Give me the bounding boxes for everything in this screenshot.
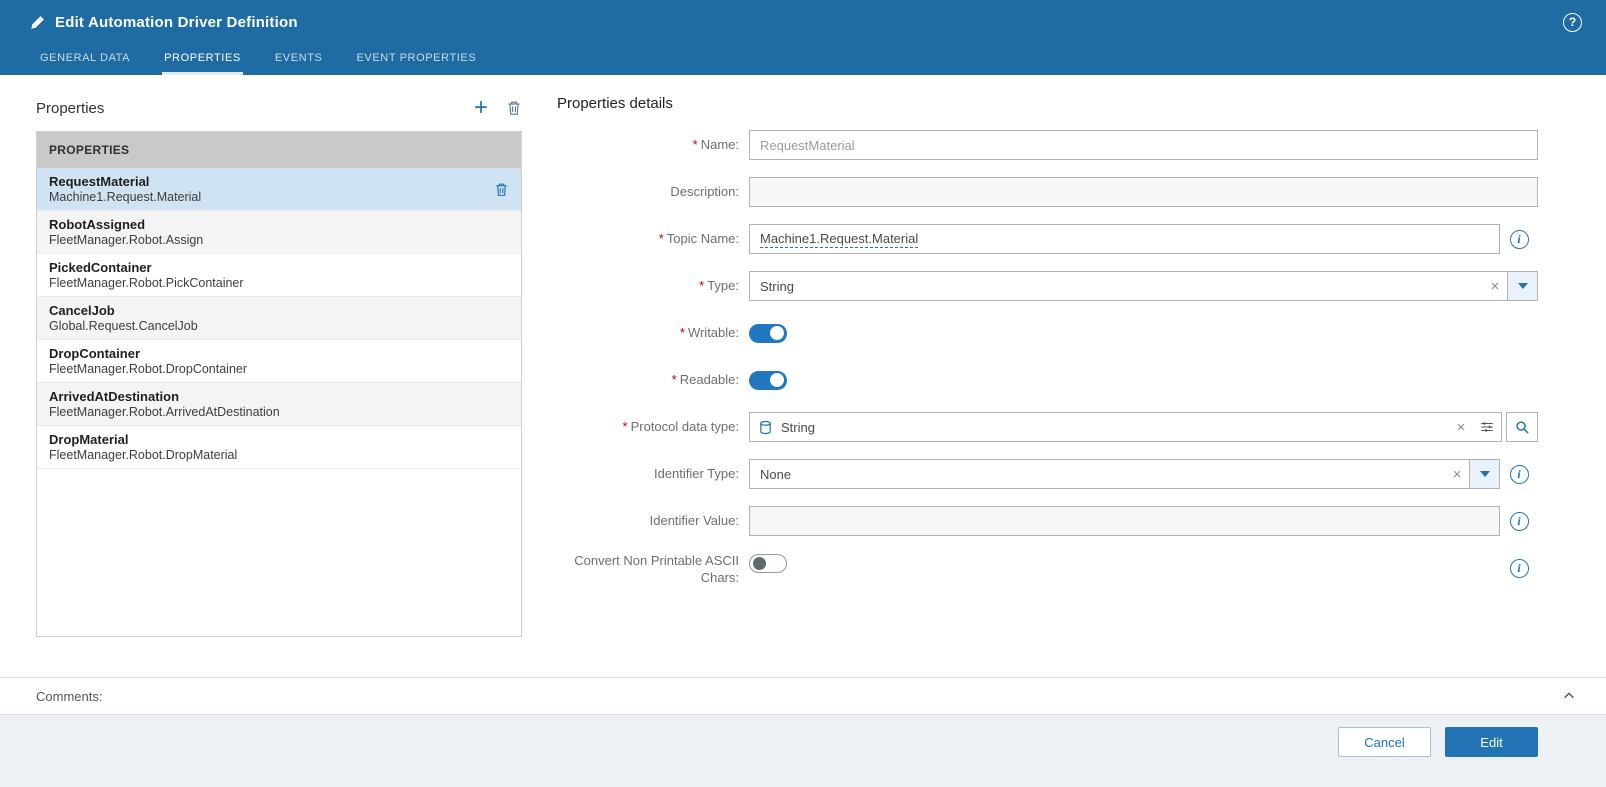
description-input[interactable] <box>749 177 1538 207</box>
edit-button[interactable]: Edit <box>1445 727 1538 757</box>
field-label-name: *Name: <box>557 137 749 154</box>
identifier-value-input[interactable] <box>749 506 1500 536</box>
panel-title: Properties <box>36 100 104 117</box>
filter-options-icon[interactable] <box>1473 420 1501 434</box>
required-asterisk: * <box>623 419 628 434</box>
table-row[interactable]: CancelJob Global.Request.CancelJob <box>37 297 521 340</box>
clear-icon[interactable]: × <box>1449 419 1473 436</box>
topic-name-input[interactable]: Machine1.Request.Material <box>749 224 1500 254</box>
properties-list-panel: Properties + PROPERTIES RequestMaterial <box>36 93 522 677</box>
details-title: Properties details <box>557 95 1538 112</box>
dialog-header: Edit Automation Driver Definition ? GENE… <box>0 0 1606 75</box>
field-label-protocol-data-type: *Protocol data type: <box>557 419 749 436</box>
tab-properties[interactable]: PROPERTIES <box>162 44 243 75</box>
edit-automation-driver-dialog: Edit Automation Driver Definition ? GENE… <box>0 0 1606 787</box>
field-label-type: *Type: <box>557 278 749 295</box>
info-icon[interactable]: i <box>1510 512 1529 531</box>
readable-toggle[interactable] <box>749 371 787 390</box>
protocol-data-type-field[interactable]: String × <box>749 412 1502 442</box>
browse-protocol-type-button[interactable] <box>1506 412 1538 442</box>
field-label-identifier-type: Identifier Type: <box>557 466 749 483</box>
column-header: PROPERTIES <box>37 132 521 168</box>
table-row[interactable]: DropMaterial FleetManager.Robot.DropMate… <box>37 426 521 469</box>
field-label-description: Description: <box>557 184 749 201</box>
add-property-button[interactable]: + <box>474 98 488 118</box>
field-label-identifier-value: Identifier Value: <box>557 513 749 530</box>
chevron-down-icon[interactable] <box>1469 460 1499 488</box>
comments-label: Comments: <box>36 689 102 704</box>
field-label-writable: *Writable: <box>557 325 749 342</box>
type-combobox[interactable]: String × <box>749 271 1538 301</box>
identifier-type-combobox[interactable]: None × <box>749 459 1500 489</box>
table-row[interactable]: ArrivedAtDestination FleetManager.Robot.… <box>37 383 521 426</box>
required-asterisk: * <box>672 372 677 387</box>
chevron-up-icon[interactable] <box>1562 689 1576 703</box>
property-path: FleetManager.Robot.ArrivedAtDestination <box>49 405 280 419</box>
tab-general-data[interactable]: GENERAL DATA <box>38 44 132 75</box>
clear-icon[interactable]: × <box>1483 278 1507 295</box>
tab-event-properties[interactable]: EVENT PROPERTIES <box>354 44 478 75</box>
table-row[interactable]: RobotAssigned FleetManager.Robot.Assign <box>37 211 521 254</box>
topic-name-value: Machine1.Request.Material <box>760 231 918 248</box>
property-path: Machine1.Request.Material <box>49 190 201 204</box>
property-path: FleetManager.Robot.DropMaterial <box>49 448 237 462</box>
property-name: RequestMaterial <box>49 174 201 189</box>
info-icon[interactable]: i <box>1510 465 1529 484</box>
table-row[interactable]: DropContainer FleetManager.Robot.DropCon… <box>37 340 521 383</box>
data-type-icon <box>758 420 773 435</box>
dialog-footer: Cancel Edit <box>0 714 1606 787</box>
properties-details-panel: Properties details *Name: Description: *… <box>557 93 1538 677</box>
property-name: RobotAssigned <box>49 217 203 232</box>
required-asterisk: * <box>659 231 664 246</box>
info-icon[interactable]: i <box>1510 559 1529 578</box>
property-path: FleetManager.Robot.Assign <box>49 233 203 247</box>
delete-property-button[interactable] <box>506 100 522 116</box>
protocol-data-type-value: String <box>773 420 1449 435</box>
property-path: FleetManager.Robot.PickContainer <box>49 276 244 290</box>
required-asterisk: * <box>680 325 685 340</box>
comments-section: Comments: <box>0 677 1606 714</box>
field-label-convert-ascii: Convert Non Printable ASCII Chars: <box>557 553 749 587</box>
table-row[interactable]: RequestMaterial Machine1.Request.Materia… <box>37 168 521 211</box>
delete-row-icon[interactable] <box>494 182 509 197</box>
property-name: CancelJob <box>49 303 198 318</box>
clear-icon[interactable]: × <box>1445 466 1469 483</box>
cancel-button[interactable]: Cancel <box>1338 727 1431 757</box>
help-icon[interactable]: ? <box>1563 13 1582 32</box>
edit-pencil-icon <box>30 15 45 30</box>
property-path: FleetManager.Robot.DropContainer <box>49 362 247 376</box>
required-asterisk: * <box>699 278 704 293</box>
field-label-topic-name: *Topic Name: <box>557 231 749 248</box>
required-asterisk: * <box>693 137 698 152</box>
property-name: ArrivedAtDestination <box>49 389 280 404</box>
property-path: Global.Request.CancelJob <box>49 319 198 333</box>
page-title: Edit Automation Driver Definition <box>55 14 298 31</box>
tab-bar: GENERAL DATA PROPERTIES EVENTS EVENT PRO… <box>0 44 1606 75</box>
field-label-readable: *Readable: <box>557 372 749 389</box>
chevron-down-icon[interactable] <box>1507 272 1537 300</box>
property-name: DropMaterial <box>49 432 237 447</box>
writable-toggle[interactable] <box>749 324 787 343</box>
type-value: String <box>750 279 1483 294</box>
identifier-type-value: None <box>750 467 1445 482</box>
convert-ascii-toggle[interactable] <box>749 554 787 573</box>
info-icon[interactable]: i <box>1510 230 1529 249</box>
properties-table: PROPERTIES RequestMaterial Machine1.Requ… <box>36 131 522 637</box>
tab-events[interactable]: EVENTS <box>273 44 325 75</box>
name-input[interactable] <box>749 130 1538 160</box>
property-name: DropContainer <box>49 346 247 361</box>
table-row[interactable]: PickedContainer FleetManager.Robot.PickC… <box>37 254 521 297</box>
property-name: PickedContainer <box>49 260 244 275</box>
